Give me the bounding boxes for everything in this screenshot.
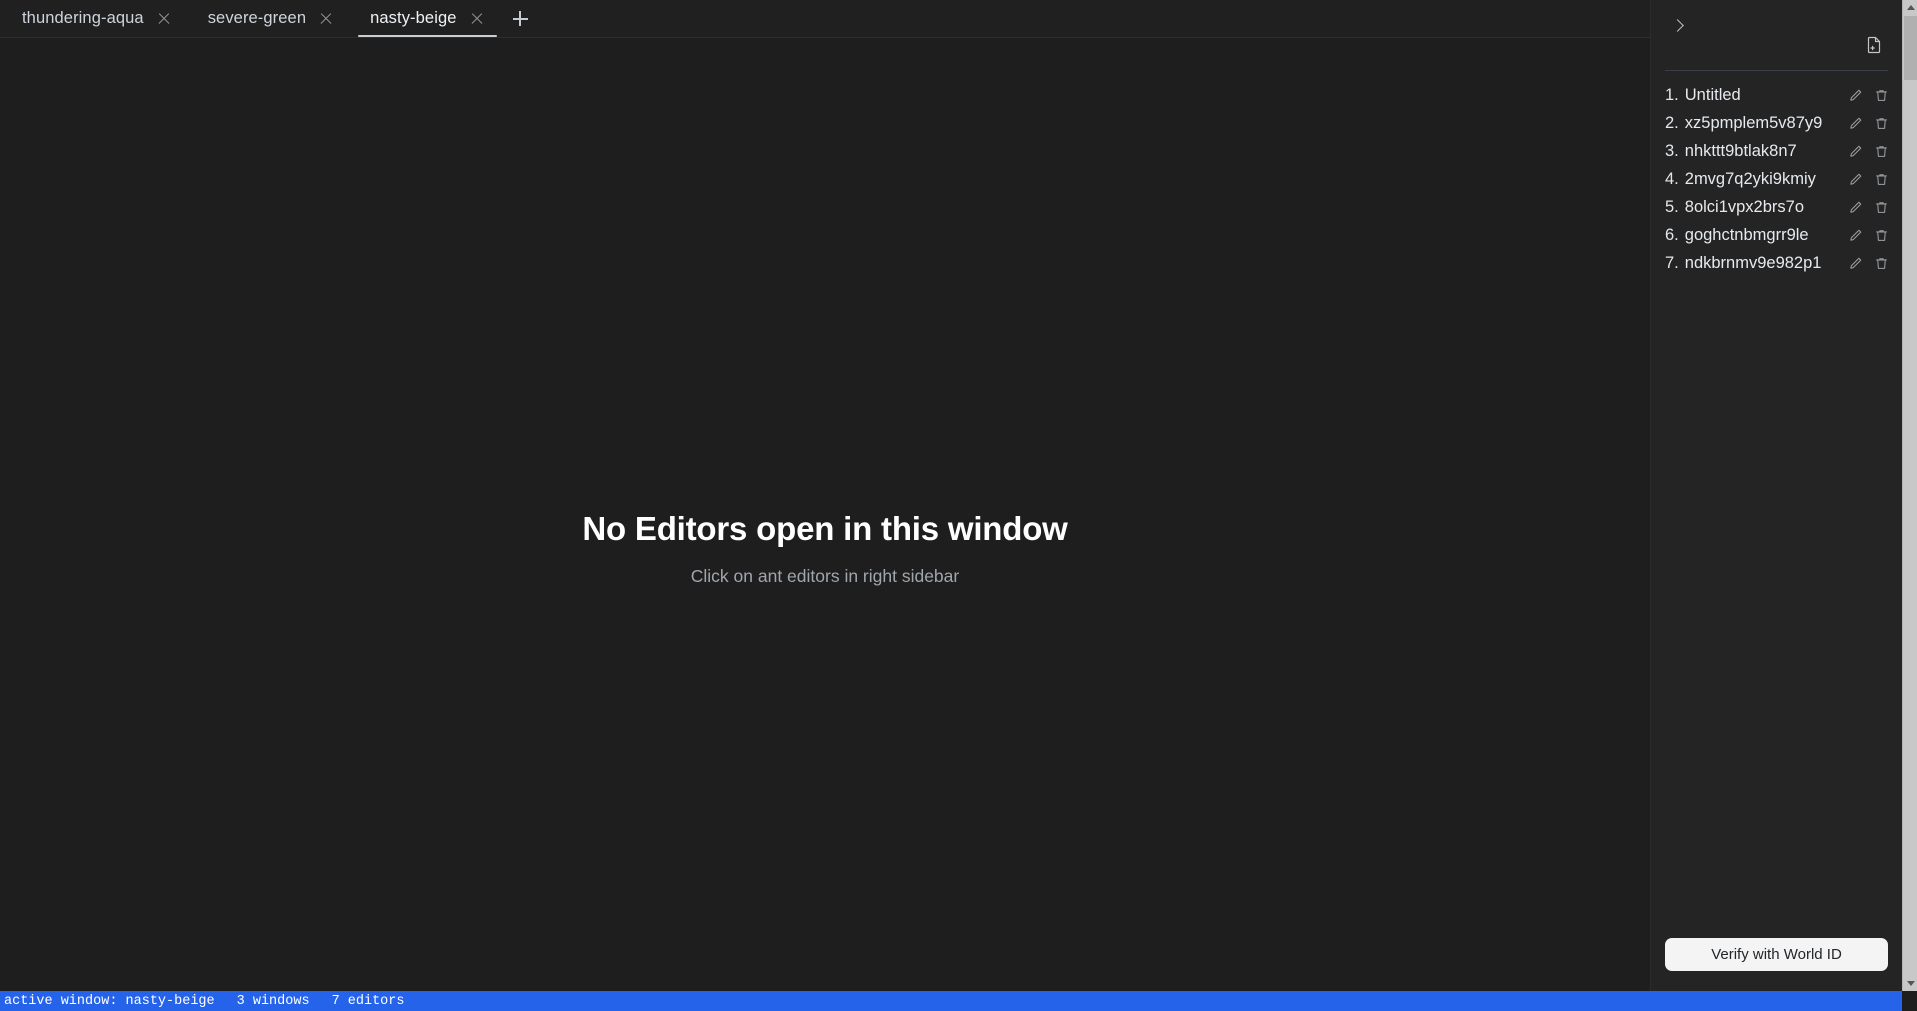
app-window: thundering-aqua severe-green nasty-beige [0,0,1917,1011]
status-editors-count: 7 editors [331,993,405,1009]
chevron-right-icon[interactable] [1665,12,1691,38]
scrollbar-thumb[interactable] [1904,16,1917,80]
editor-list: 1. Untitled 2. xz5pmplem5v87y9 3. nhkttt… [1651,81,1902,938]
right-sidebar: 1. Untitled 2. xz5pmplem5v87y9 3. nhkttt… [1651,0,1902,991]
list-item-index: 5. [1665,197,1679,216]
list-item-actions [1847,87,1896,104]
trash-icon[interactable] [1873,255,1890,272]
tab-severe-green[interactable]: severe-green [190,0,352,37]
editor-column: thundering-aqua severe-green nasty-beige [0,0,1651,991]
list-item-label: Untitled [1684,85,1741,104]
pencil-icon[interactable] [1847,143,1864,160]
trash-icon[interactable] [1873,227,1890,244]
workspace: thundering-aqua severe-green nasty-beige [0,0,1902,991]
pencil-icon[interactable] [1847,115,1864,132]
list-item[interactable]: 5. 8olci1vpx2brs7o [1665,193,1896,221]
status-active-window: active window: nasty-beige [4,993,215,1009]
status-bar: active window: nasty-beige 3 windows 7 e… [0,991,1902,1011]
list-item[interactable]: 4. 2mvg7q2yki9kmiy [1665,165,1896,193]
page-scrollbar[interactable] [1902,0,1917,991]
tab-label: severe-green [207,9,307,27]
pencil-icon[interactable] [1847,171,1864,188]
list-item[interactable]: 7. ndkbrnmv9e982p1 [1665,249,1896,277]
list-item[interactable]: 6. goghctnbmgrr9le [1665,221,1896,249]
list-item-index: 1. [1665,85,1679,104]
list-item-actions [1847,255,1896,272]
verify-with-world-id-button[interactable]: Verify with World ID [1665,938,1888,971]
list-item-index: 2. [1665,113,1679,132]
list-item-index: 7. [1665,253,1679,272]
sidebar-header [1651,0,1902,70]
trash-icon[interactable] [1873,199,1890,216]
list-item[interactable]: 3. nhkttt9btlak8n7 [1665,137,1896,165]
list-item-actions [1847,115,1896,132]
list-item-label: xz5pmplem5v87y9 [1684,113,1823,132]
list-item-label: nhkttt9btlak8n7 [1684,141,1797,160]
sidebar-divider [1665,70,1888,71]
editor-area: No Editors open in this window Click on … [0,38,1650,991]
pencil-icon[interactable] [1847,87,1864,104]
scroll-down-arrow-icon[interactable] [1903,976,1917,991]
list-item-index: 6. [1665,225,1679,244]
empty-state-subtitle: Click on ant editors in right sidebar [690,565,960,586]
pencil-icon[interactable] [1847,255,1864,272]
close-icon[interactable] [318,11,334,27]
list-item[interactable]: 1. Untitled [1665,81,1896,109]
tab-label: thundering-aqua [22,9,144,27]
trash-icon[interactable] [1873,171,1890,188]
empty-state: No Editors open in this window Click on … [0,510,1650,587]
close-icon[interactable] [156,11,172,27]
list-item-label: ndkbrnmv9e982p1 [1684,253,1822,272]
tab-label: nasty-beige [370,9,457,27]
list-item-index: 4. [1665,169,1679,188]
new-file-icon[interactable] [1863,34,1885,56]
list-item-label: 8olci1vpx2brs7o [1684,197,1805,216]
list-item-index: 3. [1665,141,1679,160]
close-icon[interactable] [469,11,485,27]
status-windows-count: 3 windows [236,993,310,1009]
trash-icon[interactable] [1873,143,1890,160]
trash-icon[interactable] [1873,87,1890,104]
scroll-up-arrow-icon[interactable] [1903,0,1917,15]
pencil-icon[interactable] [1847,199,1864,216]
list-item-actions [1847,227,1896,244]
list-item-label: 2mvg7q2yki9kmiy [1684,169,1816,188]
list-item-actions [1847,143,1896,160]
sidebar-footer: Verify with World ID [1651,938,1902,991]
tab-thundering-aqua[interactable]: thundering-aqua [4,0,190,37]
list-item-actions [1847,199,1896,216]
list-item-actions [1847,171,1896,188]
window-tab-bar: thundering-aqua severe-green nasty-beige [0,0,1650,38]
plus-icon[interactable] [503,0,537,37]
list-item[interactable]: 2. xz5pmplem5v87y9 [1665,109,1896,137]
list-item-label: goghctnbmgrr9le [1684,225,1809,244]
pencil-icon[interactable] [1847,227,1864,244]
trash-icon[interactable] [1873,115,1890,132]
empty-state-title: No Editors open in this window [582,510,1068,547]
tab-nasty-beige[interactable]: nasty-beige [352,0,502,37]
